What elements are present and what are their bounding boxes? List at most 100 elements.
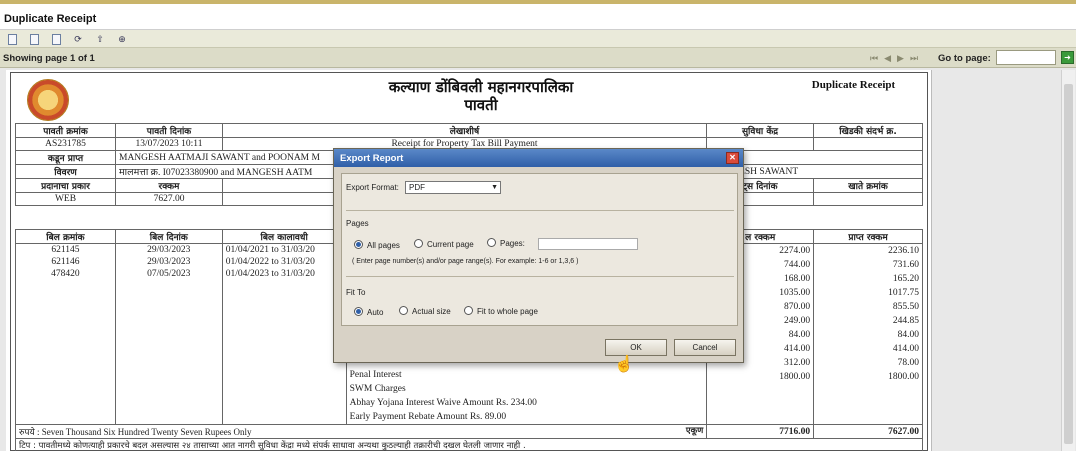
last-page-arrow-icon[interactable]: ⏭ xyxy=(910,53,918,64)
total-bill-amount: 7716.00 xyxy=(706,424,815,439)
goto-page-input[interactable] xyxy=(996,50,1056,65)
first-page-arrow-icon[interactable]: ⏮ xyxy=(870,53,878,64)
pager-bar: Showing page 1 of 1 ⏮ ◀ ▶ ⏭ Go to page: … xyxy=(0,48,1076,68)
received-from-label: कडून प्राप्त xyxy=(15,150,116,165)
dialog-title-bar[interactable]: Export Report xyxy=(334,149,743,167)
bill-date-column: 29/03/2023 29/03/2023 07/05/2023 xyxy=(114,243,223,425)
bill-date: 07/05/2023 xyxy=(147,269,191,279)
page-range-label: Pages: xyxy=(500,239,525,248)
goto-page-go-button[interactable]: ➜ xyxy=(1061,51,1074,64)
charge-line: Penal Interest xyxy=(349,370,402,380)
divider xyxy=(346,276,734,277)
hdr-received-amount: प्राप्त रक्कम xyxy=(813,229,923,244)
first-page-icon[interactable] xyxy=(50,33,62,45)
zoom-icon[interactable]: ⊕ xyxy=(116,33,128,45)
municipal-logo-icon xyxy=(27,79,69,121)
received-amount: 244.85 xyxy=(892,316,919,326)
fit-auto-radio[interactable] xyxy=(354,307,363,316)
print-icon[interactable] xyxy=(28,33,40,45)
export-options-panel: Export Format: PDF ▼ Pages All pages Cur… xyxy=(341,173,738,326)
window-title-bar: Duplicate Receipt xyxy=(0,4,1076,30)
hdr-receipt-date: पावती दिनांक xyxy=(115,123,223,138)
received-amount: 165.20 xyxy=(892,274,919,284)
page-nav: ⏮ ◀ ▶ ⏭ xyxy=(870,53,918,64)
dialog-title: Export Report xyxy=(340,153,404,164)
bill-date: 29/03/2023 xyxy=(147,257,191,267)
org-name: कल्याण डोंबिवली महानगरपालिका xyxy=(388,78,574,96)
page-range-radio[interactable] xyxy=(487,238,496,247)
charge-line: SWM Charges xyxy=(349,384,406,394)
export-report-dialog: Export Report ✕ Export Format: PDF ▼ Pag… xyxy=(333,148,744,363)
bill-no-column: 621145 621146 478420 xyxy=(15,243,116,425)
page-range-hint: ( Enter page number(s) and/or page range… xyxy=(352,258,579,265)
bill-period: 01/04/2021 to 31/03/20 xyxy=(225,245,315,255)
hdr-payment-type: प्रदानाचा प्रकार xyxy=(15,178,116,193)
duplicate-label: Duplicate Receipt xyxy=(811,79,896,91)
vertical-scrollbar[interactable] xyxy=(1061,70,1075,451)
hdr-amount: रक्कम xyxy=(115,178,223,193)
mouse-cursor-icon: ☝ xyxy=(614,356,634,373)
amount-in-words: रुपये : Seven Thousand Six Hundred Twent… xyxy=(19,427,252,437)
charge-line: Early Payment Rebate Amount Rs. 89.00 xyxy=(349,412,507,422)
bill-period: 01/04/2023 to 31/03/20 xyxy=(225,269,315,279)
report-toolbar: ⟳ ⇧ ⊕ xyxy=(0,30,1076,48)
export-format-label: Export Format: xyxy=(346,183,399,192)
bill-no: 621146 xyxy=(51,257,80,267)
received-amount: 78.00 xyxy=(897,358,919,368)
chevron-down-icon: ▼ xyxy=(491,184,498,191)
all-pages-label: All pages xyxy=(367,241,400,250)
cancel-button[interactable]: Cancel xyxy=(674,339,736,356)
hdr-account-head: लेखाशीर्ष xyxy=(222,123,707,138)
bill-date: 29/03/2023 xyxy=(147,245,191,255)
next-page-arrow-icon[interactable]: ▶ xyxy=(897,53,904,64)
details-label: विवरण xyxy=(15,164,116,179)
divider xyxy=(346,210,734,211)
current-page-label: Current page xyxy=(427,240,474,249)
doc-name: पावती xyxy=(464,96,498,114)
all-pages-radio[interactable] xyxy=(354,240,363,249)
payment-type-value: WEB xyxy=(15,192,116,206)
received-amount-column: 2236.10 731.60 165.20 1017.75 855.50 244… xyxy=(813,243,923,425)
fit-actual-size-label: Actual size xyxy=(412,307,451,316)
goto-page-label: Go to page: xyxy=(938,53,991,64)
scrollbar-thumb[interactable] xyxy=(1064,84,1073,444)
refresh-icon[interactable]: ⟳ xyxy=(72,33,84,45)
hdr-facility-center: सुविधा केंद्र xyxy=(706,123,814,138)
current-page-radio[interactable] xyxy=(414,239,423,248)
charge-line: Abhay Yojana Interest Waive Amount Rs. 2… xyxy=(349,398,537,408)
received-amount: 2236.10 xyxy=(888,246,919,256)
received-amount: 731.60 xyxy=(892,260,919,270)
receipt-header: कल्याण डोंबिवली महानगरपालिका पावती xyxy=(291,78,671,114)
received-amount: 1017.75 xyxy=(888,288,919,298)
received-amount: 414.00 xyxy=(892,344,919,354)
page-range-input[interactable] xyxy=(538,238,638,250)
hdr-window-ref: खिडकी संदर्भ क्र. xyxy=(813,123,923,138)
export-icon[interactable] xyxy=(6,33,18,45)
receipt-date-value: 13/07/2023 10:11 xyxy=(115,137,223,151)
hdr-account-no: खाते क्रमांक xyxy=(813,178,923,193)
bill-no: 621145 xyxy=(51,245,80,255)
total-received-amount: 7627.00 xyxy=(813,424,923,439)
received-amount: 84.00 xyxy=(897,330,919,340)
page-indicator: Showing page 1 of 1 xyxy=(3,53,95,64)
hdr-bill-period: बिल कालावधी xyxy=(221,229,347,244)
bill-period: 01/04/2022 to 31/03/20 xyxy=(225,257,315,267)
total-label: एकूण xyxy=(685,426,704,436)
dialog-close-icon[interactable]: ✕ xyxy=(726,152,739,164)
hdr-bill-no: बिल क्रमांक xyxy=(15,229,116,244)
hdr-receipt-no: पावती क्रमांक xyxy=(15,123,116,138)
amount-value: 7627.00 xyxy=(115,192,223,206)
received-amount: 855.50 xyxy=(892,302,919,312)
fit-auto-label: Auto xyxy=(367,308,384,317)
fit-whole-page-radio[interactable] xyxy=(464,306,473,315)
upload-icon[interactable]: ⇧ xyxy=(94,33,106,45)
receipt-no-value: AS231785 xyxy=(15,137,116,151)
hdr-bill-date: बिल दिनांक xyxy=(114,229,223,244)
prev-page-arrow-icon[interactable]: ◀ xyxy=(884,53,891,64)
pages-section-label: Pages xyxy=(346,219,369,228)
bill-period-column: 01/04/2021 to 31/03/20 01/04/2022 to 31/… xyxy=(221,243,347,425)
window-title: Duplicate Receipt xyxy=(4,13,97,25)
fit-to-section-label: Fit To xyxy=(346,288,366,297)
export-format-select[interactable]: PDF ▼ xyxy=(405,181,501,194)
fit-actual-size-radio[interactable] xyxy=(399,306,408,315)
